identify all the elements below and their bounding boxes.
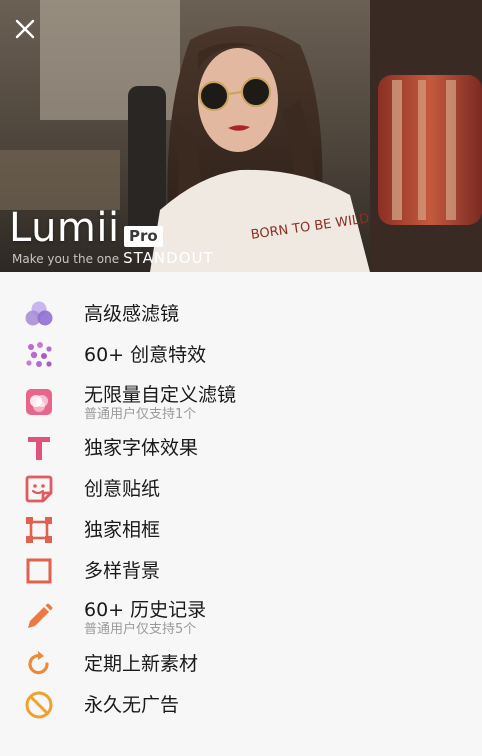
- feature-item: 定期上新素材: [0, 651, 482, 692]
- sparkle-dots-icon: [22, 338, 56, 372]
- tagline-emphasis: STANDOUT: [123, 249, 214, 267]
- feature-label: 永久无广告: [84, 694, 180, 716]
- feature-item: 多样背景: [0, 558, 482, 599]
- feature-note: 普通用户仅支持1个: [84, 407, 197, 422]
- feature-label: 独家相框: [84, 519, 161, 541]
- feature-item: 无限量自定义滤镜 普通用户仅支持1个: [0, 383, 482, 427]
- sticker-icon: [22, 472, 56, 506]
- feature-label: 无限量自定义滤镜: [84, 384, 237, 406]
- frame-icon: [22, 513, 56, 547]
- feature-item: 独家字体效果: [0, 436, 482, 476]
- feature-label: 60+ 创意特效: [84, 344, 207, 366]
- feature-label: 多样背景: [84, 560, 161, 582]
- feature-label: 高级感滤镜: [84, 303, 180, 325]
- pencil-icon: [22, 600, 56, 634]
- close-icon: [15, 19, 35, 39]
- refresh-icon: [22, 647, 56, 681]
- feature-note: 普通用户仅支持5个: [84, 622, 197, 637]
- feature-label: 独家字体效果: [84, 437, 199, 459]
- pro-badge: Pro: [124, 226, 163, 247]
- tagline: Make you the one STANDOUT: [12, 249, 214, 267]
- filter-circles-icon: [22, 297, 56, 331]
- tagline-prefix: Make you the one: [12, 252, 120, 266]
- feature-item: 创意贴纸: [0, 475, 482, 517]
- feature-item: 60+ 历史记录 普通用户仅支持5个: [0, 598, 482, 642]
- close-button[interactable]: [14, 18, 50, 54]
- feature-label: 定期上新素材: [84, 653, 199, 675]
- custom-filter-icon: [22, 385, 56, 419]
- text-t-icon: [22, 431, 56, 465]
- no-ads-icon: [22, 688, 56, 722]
- feature-item: 60+ 创意特效: [0, 342, 482, 383]
- brand-logo: Lumii: [9, 205, 120, 251]
- feature-list: 高级感滤镜 60+ 创意特效 无限量自定义滤镜 普通用户仅支持1个 独家字体效果…: [0, 272, 482, 756]
- feature-item: 独家相框: [0, 517, 482, 558]
- hero-banner: BORN TO BE WILD Lumii Pro Make you the o…: [0, 0, 482, 272]
- feature-label: 60+ 历史记录: [84, 599, 207, 621]
- feature-item: 高级感滤镜: [0, 301, 482, 342]
- feature-item: 永久无广告: [0, 691, 482, 733]
- feature-label: 创意贴纸: [84, 478, 161, 500]
- background-square-icon: [22, 554, 56, 588]
